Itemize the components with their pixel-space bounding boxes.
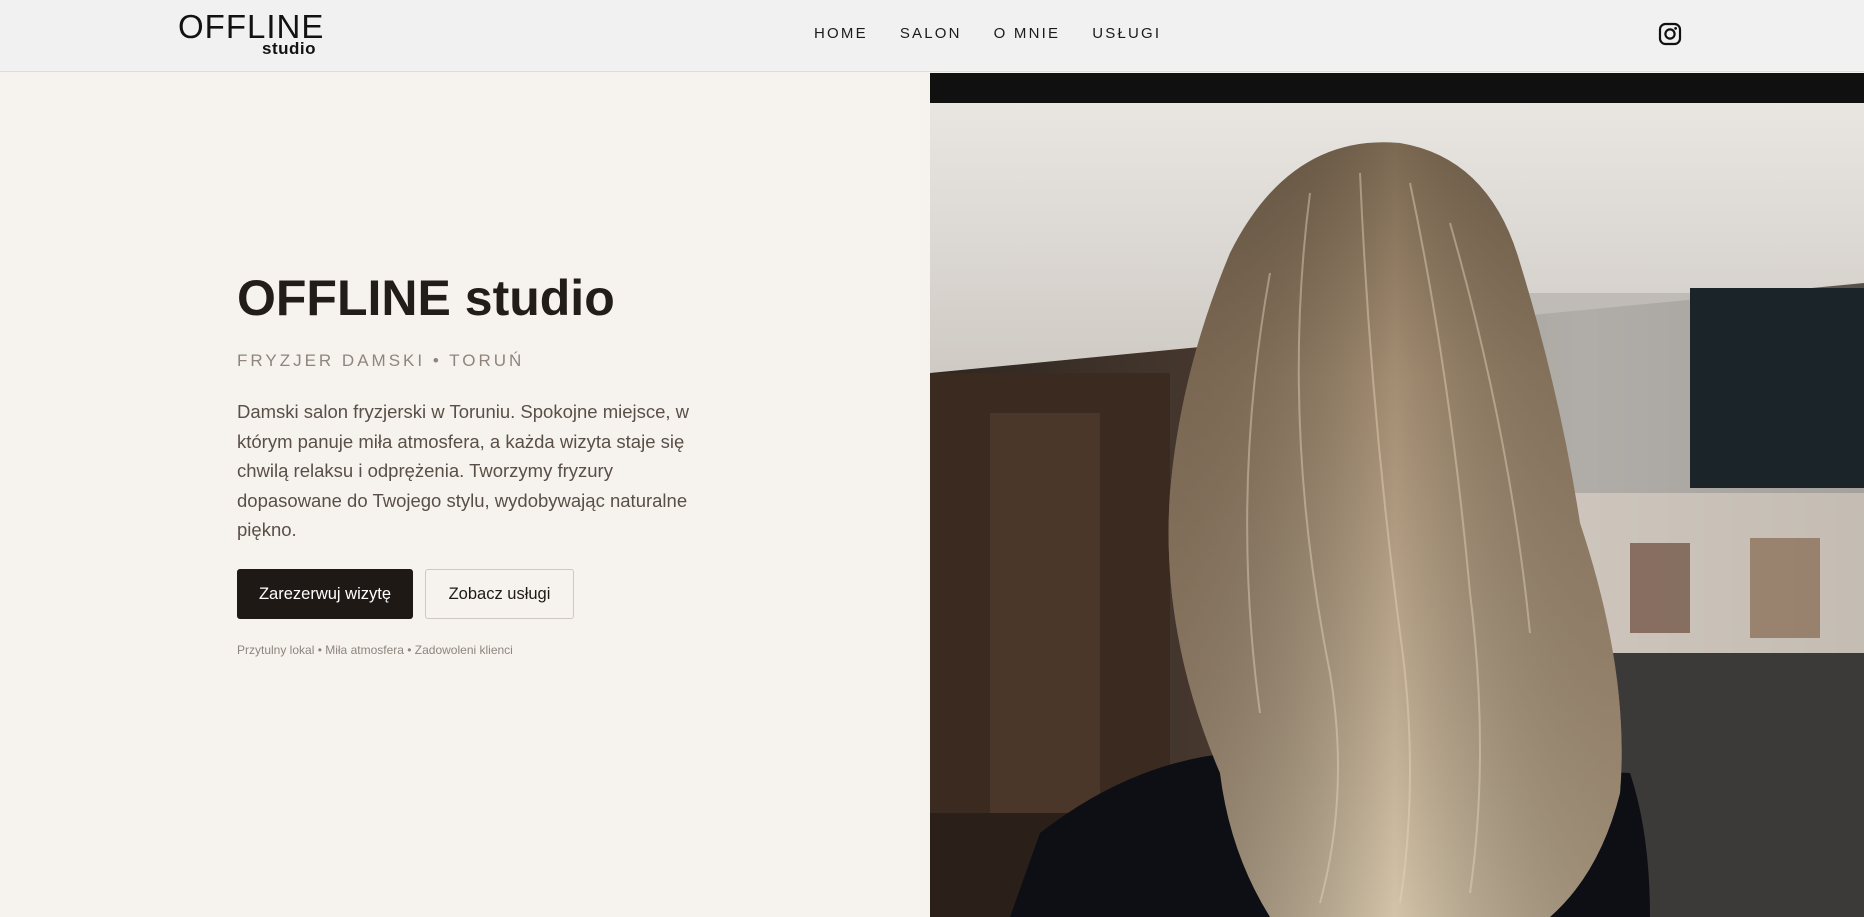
instagram-icon[interactable] [1658, 22, 1682, 46]
hero-subtitle: FRYZJER DAMSKI • TORUŃ [237, 351, 525, 370]
hero-section: OFFLINE studio FRYZJER DAMSKI • TORUŃ Da… [0, 73, 930, 917]
hero-photo [930, 73, 1864, 917]
site-header: OFFLINE studio HOME SALON O MNIE USŁUGI [0, 0, 1864, 72]
hero-description: Damski salon fryzjerski w Toruniu. Spoko… [237, 401, 690, 540]
main-nav: HOME SALON O MNIE USŁUGI [814, 25, 1193, 43]
logo-sub-text: studio [262, 39, 316, 58]
logo[interactable]: OFFLINE studio [178, 10, 323, 58]
see-services-button[interactable]: Zobacz usługi [425, 569, 574, 619]
nav-uslugi[interactable]: USŁUGI [1092, 25, 1161, 43]
book-visit-button[interactable]: Zarezerwuj wizytę [237, 569, 413, 619]
hero-note: Przytulny lokal • Miła atmosfera • Zadow… [237, 643, 513, 657]
nav-salon[interactable]: SALON [900, 25, 962, 43]
nav-home[interactable]: HOME [814, 25, 868, 43]
nav-o-mnie[interactable]: O MNIE [994, 25, 1061, 43]
hero-title: OFFLINE studio [237, 270, 615, 326]
